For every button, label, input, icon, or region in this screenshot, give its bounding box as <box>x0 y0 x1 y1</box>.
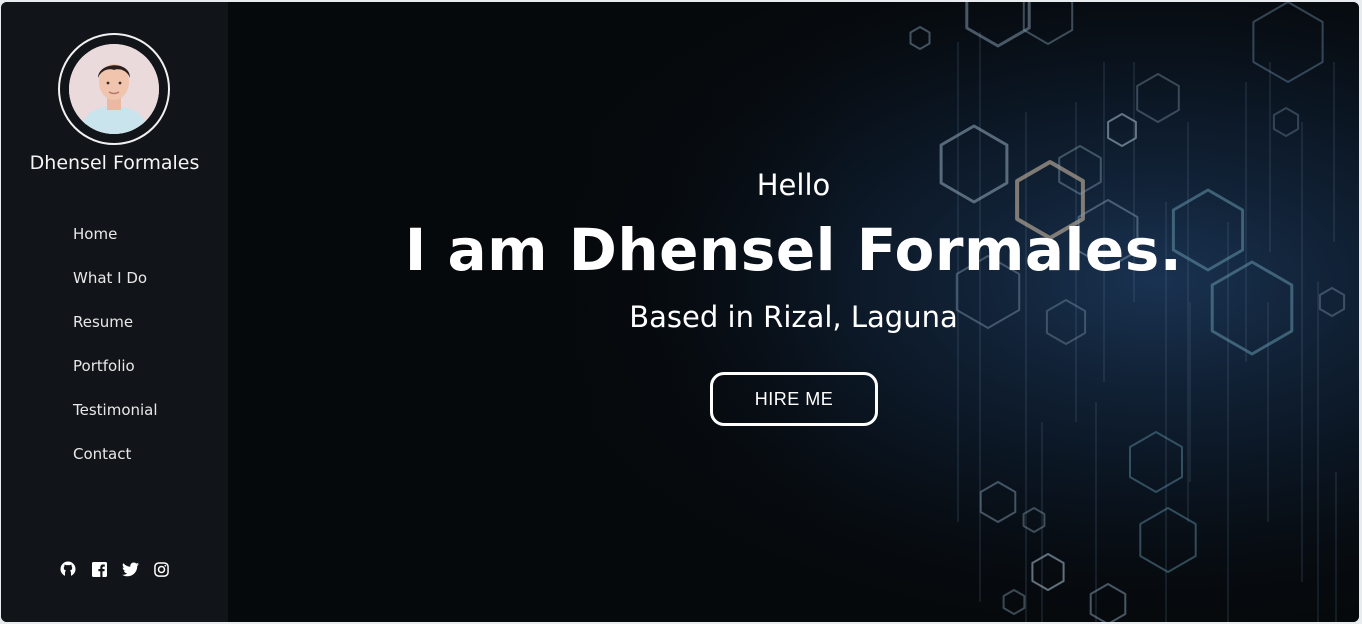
hero-greeting: Hello <box>756 168 831 202</box>
twitter-icon[interactable] <box>121 560 139 578</box>
facebook-icon[interactable] <box>90 560 108 578</box>
avatar <box>69 44 159 134</box>
profile-photo <box>69 44 159 134</box>
hero-section: Hello I am Dhensel Formales. Based in Ri… <box>228 2 1359 622</box>
hire-me-button[interactable]: HIRE ME <box>710 372 878 426</box>
social-links <box>59 560 170 578</box>
hero-headline: I am Dhensel Formales. <box>404 216 1183 284</box>
profile-name: Dhensel Formales <box>29 152 200 174</box>
nav-item-resume[interactable]: Resume <box>73 310 158 354</box>
main-nav: Home What I Do Resume Portfolio Testimon… <box>73 222 158 486</box>
instagram-icon[interactable] <box>152 560 170 578</box>
nav-item-what-i-do[interactable]: What I Do <box>73 266 158 310</box>
app-frame: Dhensel Formales Home What I Do Resume P… <box>1 2 1359 622</box>
nav-item-portfolio[interactable]: Portfolio <box>73 354 158 398</box>
sidebar: Dhensel Formales Home What I Do Resume P… <box>1 2 228 622</box>
hero-location: Based in Rizal, Laguna <box>629 300 958 334</box>
github-icon[interactable] <box>59 560 77 578</box>
nav-item-testimonial[interactable]: Testimonial <box>73 398 158 442</box>
nav-item-contact[interactable]: Contact <box>73 442 158 486</box>
nav-item-home[interactable]: Home <box>73 222 158 266</box>
avatar-ring <box>58 33 170 145</box>
